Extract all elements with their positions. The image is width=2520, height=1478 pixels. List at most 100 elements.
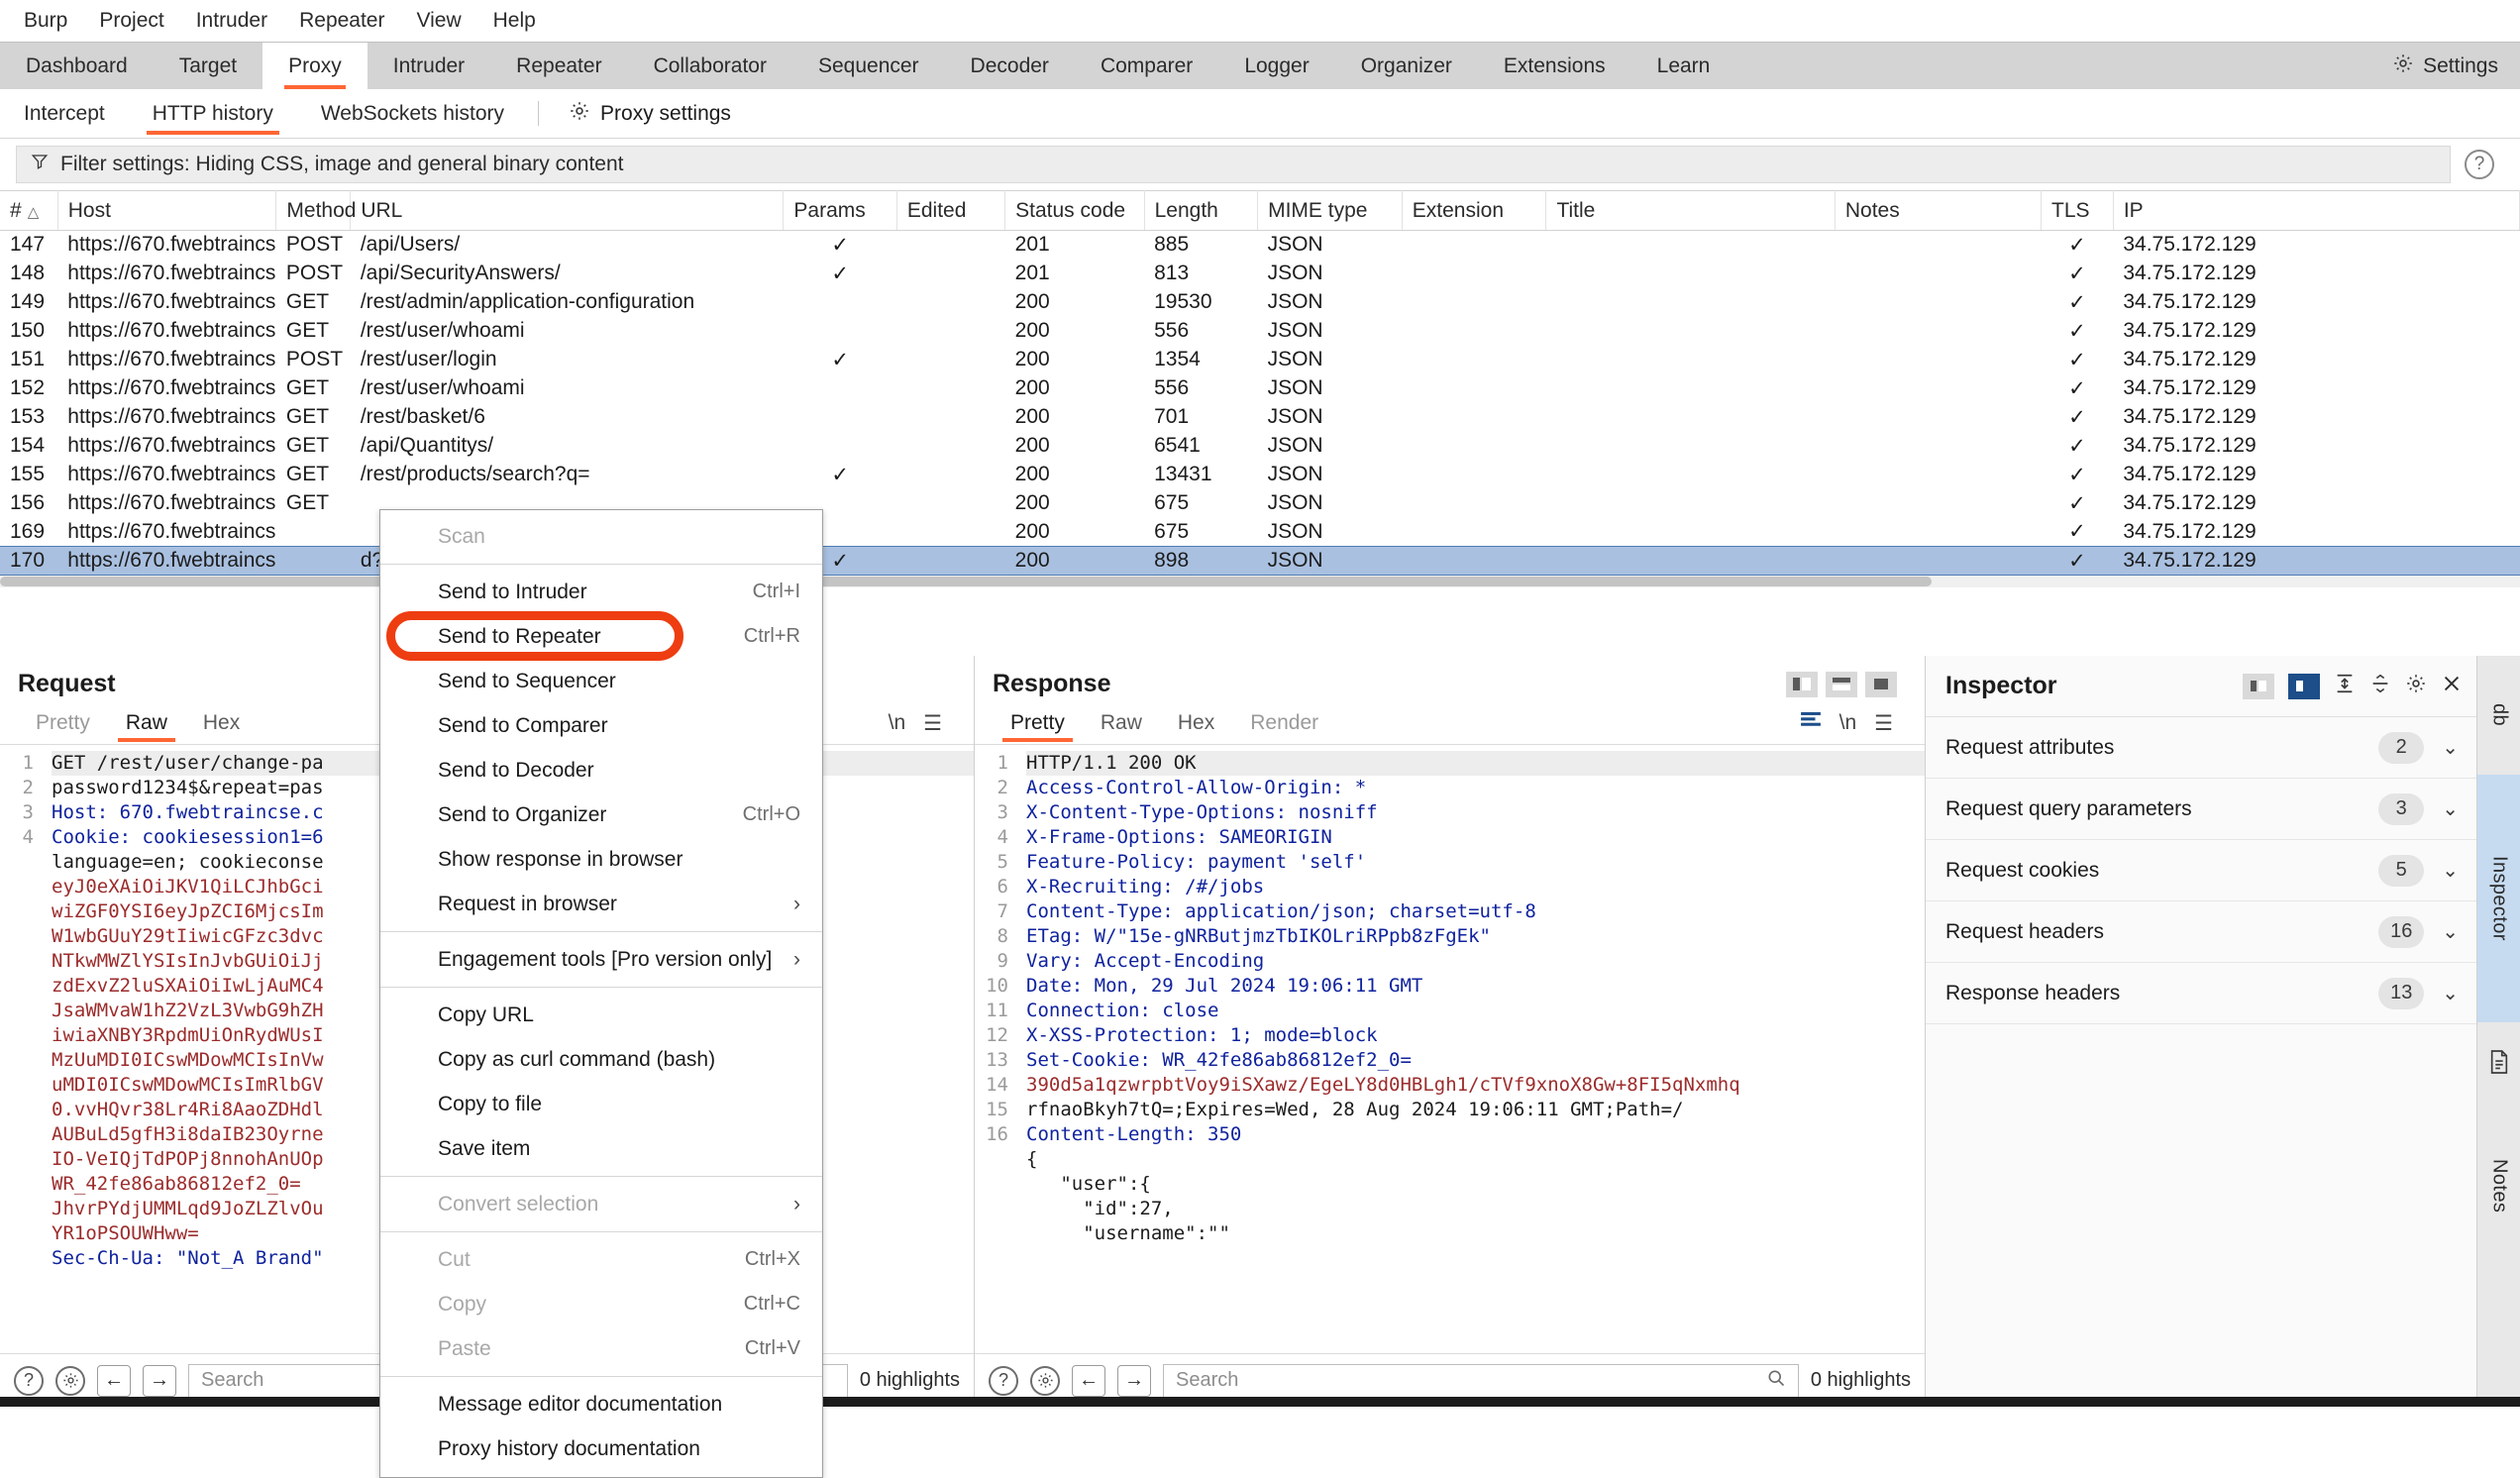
expand-all-icon[interactable] xyxy=(2369,673,2391,700)
inspector-section-2[interactable]: Request cookies 5 ⌄ xyxy=(1926,840,2476,901)
help-icon[interactable]: ? xyxy=(14,1365,44,1396)
forward-button[interactable]: → xyxy=(1117,1364,1151,1397)
col-header-host[interactable]: Host xyxy=(57,190,277,231)
tab-target[interactable]: Target xyxy=(154,43,262,89)
col-header-mime-type[interactable]: MIME type xyxy=(1257,190,1403,231)
tab-logger[interactable]: Logger xyxy=(1218,43,1334,89)
context-menu-item-send-to-comparer[interactable]: Send to Comparer xyxy=(380,703,822,748)
table-row[interactable]: 149 https://670.fwebtraincse.com GET/rest/… xyxy=(0,288,2520,317)
context-menu-item-copy-to-file[interactable]: Copy to file xyxy=(380,1082,822,1126)
inspector-section-4[interactable]: Response headers 13 ⌄ xyxy=(1926,963,2476,1024)
proxy-settings-button[interactable]: Proxy settings xyxy=(549,89,751,138)
menu-item-repeater[interactable]: Repeater xyxy=(283,0,400,42)
response-tab-raw[interactable]: Raw xyxy=(1083,702,1160,744)
response-code-area[interactable]: 1 2 3 4 5 6 7 8 9 10 11 12 13 14 15 16 HTTP/1.1 200 OK A… xyxy=(975,744,1925,1353)
subtab-websockets-history[interactable]: WebSockets history xyxy=(297,89,528,138)
tab-extensions[interactable]: Extensions xyxy=(1478,43,1631,89)
context-menu-item-send-to-repeater[interactable]: Send to Repeater Ctrl+R xyxy=(380,614,822,659)
response-tab-render[interactable]: Render xyxy=(1232,702,1336,744)
menu-item-help[interactable]: Help xyxy=(477,0,552,42)
gear-icon[interactable] xyxy=(55,1365,85,1396)
response-body-text[interactable]: HTTP/1.1 200 OK Access-Control-Allow-Orig… xyxy=(1016,745,1925,1353)
col-header-num[interactable]: # △ xyxy=(0,190,58,231)
hamburger-icon[interactable]: ☰ xyxy=(923,711,942,736)
context-menu-item-send-to-sequencer[interactable]: Send to Sequencer xyxy=(380,659,822,703)
tab-repeater[interactable]: Repeater xyxy=(490,43,627,89)
back-button[interactable]: ← xyxy=(97,1364,131,1397)
inspector-layout-right-icon[interactable] xyxy=(2288,673,2320,699)
col-header-tls[interactable]: TLS xyxy=(2041,190,2114,231)
table-row[interactable]: 151 https://670.fwebtraincse.com POST/rest… xyxy=(0,346,2520,374)
table-row[interactable]: 154 https://670.fwebtraincse.com GET/api/Q… xyxy=(0,432,2520,461)
col-header-notes[interactable]: Notes xyxy=(1835,190,2043,231)
close-icon[interactable] xyxy=(2441,673,2463,700)
tab-dashboard[interactable]: Dashboard xyxy=(0,43,154,89)
menu-item-burp[interactable]: Burp xyxy=(8,0,83,42)
request-tab-hex[interactable]: Hex xyxy=(185,702,258,744)
menu-item-intruder[interactable]: Intruder xyxy=(180,0,283,42)
forward-button[interactable]: → xyxy=(143,1364,176,1397)
col-header-edited[interactable]: Edited xyxy=(896,190,1006,231)
request-tab-pretty[interactable]: Pretty xyxy=(18,702,108,744)
rail-tab-notes[interactable]: Notes xyxy=(2477,1097,2520,1275)
response-tab-hex[interactable]: Hex xyxy=(1160,702,1232,744)
subtab-intercept[interactable]: Intercept xyxy=(0,89,129,138)
scrollbar-thumb[interactable] xyxy=(0,577,1932,586)
hamburger-icon[interactable]: ☰ xyxy=(1874,711,1893,736)
context-menu-item-send-to-decoder[interactable]: Send to Decoder xyxy=(380,748,822,792)
context-menu-item-copy-url[interactable]: Copy URL xyxy=(380,993,822,1037)
menu-item-view[interactable]: View xyxy=(400,0,476,42)
chevron-down-icon[interactable]: ⌄ xyxy=(2442,919,2459,944)
response-search-input[interactable]: Search xyxy=(1163,1363,1799,1398)
inspector-section-3[interactable]: Request headers 16 ⌄ xyxy=(1926,901,2476,963)
table-row[interactable]: 156 https://670.fwebtraincse.com GET 200 675… xyxy=(0,489,2520,518)
col-header-ip[interactable]: IP xyxy=(2113,190,2520,231)
col-header-method[interactable]: Method xyxy=(275,190,356,231)
col-header-params[interactable]: Params xyxy=(783,190,897,231)
chevron-down-icon[interactable]: ⌄ xyxy=(2442,735,2459,760)
tab-collaborator[interactable]: Collaborator xyxy=(628,43,792,89)
notes-document-icon[interactable] xyxy=(2477,1027,2520,1097)
newline-icon[interactable]: \n xyxy=(1839,711,1857,735)
split-horizontal-icon[interactable] xyxy=(1826,671,1857,697)
tab-learn[interactable]: Learn xyxy=(1631,43,1736,89)
col-header-status-code[interactable]: Status code xyxy=(1004,190,1145,231)
tab-proxy[interactable]: Proxy xyxy=(262,43,368,89)
tab-sequencer[interactable]: Sequencer xyxy=(792,43,945,89)
table-row[interactable]: 169 https://670.fwebtraincse.com 200 675 JSO… xyxy=(0,518,2520,547)
subtab-http-history[interactable]: HTTP history xyxy=(129,89,297,138)
table-row[interactable]: 170https://670.fwebtraincse.comd?current… xyxy=(0,546,2520,576)
col-header-title[interactable]: Title xyxy=(1545,190,1836,231)
help-icon[interactable]: ? xyxy=(2465,150,2494,179)
split-vertical-icon[interactable] xyxy=(1786,671,1818,697)
single-pane-icon[interactable] xyxy=(1865,671,1897,697)
context-menu-item-copy-as-curl-command-bash[interactable]: Copy as curl command (bash) xyxy=(380,1037,822,1082)
newline-icon[interactable]: \n xyxy=(889,711,906,735)
table-row[interactable]: 147 https://670.fwebtraincse.com POST/api/… xyxy=(0,231,2520,260)
rail-tab-inspector[interactable]: Inspector xyxy=(2477,775,2520,1022)
context-menu-item-send-to-organizer[interactable]: Send to Organizer Ctrl+O xyxy=(380,792,822,837)
format-icon[interactable] xyxy=(1800,711,1822,735)
response-tab-pretty[interactable]: Pretty xyxy=(993,702,1083,744)
context-menu-item-save-item[interactable]: Save item xyxy=(380,1126,822,1171)
context-menu-item-engagement-tools-pro-version-only[interactable]: Engagement tools [Pro version only] › xyxy=(380,937,822,982)
table-row[interactable]: 150 https://670.fwebtraincse.com GET/rest/… xyxy=(0,317,2520,346)
table-row[interactable]: 153 https://670.fwebtraincse.com GET/rest/… xyxy=(0,403,2520,432)
col-header-length[interactable]: Length xyxy=(1144,190,1259,231)
col-header-url[interactable]: URL xyxy=(350,190,785,231)
tab-organizer[interactable]: Organizer xyxy=(1335,43,1478,89)
chevron-down-icon[interactable]: ⌄ xyxy=(2442,858,2459,883)
table-row[interactable]: 155 https://670.fwebtraincse.com GET/rest/… xyxy=(0,461,2520,489)
gear-icon[interactable] xyxy=(2405,673,2427,700)
help-icon[interactable]: ? xyxy=(989,1365,1018,1396)
menu-item-project[interactable]: Project xyxy=(83,0,179,42)
tab-decoder[interactable]: Decoder xyxy=(945,43,1075,89)
inspector-layout-left-icon[interactable] xyxy=(2243,673,2274,699)
context-menu-item-send-to-intruder[interactable]: Send to Intruder Ctrl+I xyxy=(380,570,822,614)
settings-button[interactable]: Settings xyxy=(2370,43,2520,89)
tab-comparer[interactable]: Comparer xyxy=(1075,43,1218,89)
request-tab-raw[interactable]: Raw xyxy=(108,702,185,744)
context-menu-item-proxy-history-documentation[interactable]: Proxy history documentation xyxy=(380,1426,822,1471)
rail-tab-db[interactable]: db xyxy=(2477,656,2520,775)
col-header-extension[interactable]: Extension xyxy=(1402,190,1547,231)
